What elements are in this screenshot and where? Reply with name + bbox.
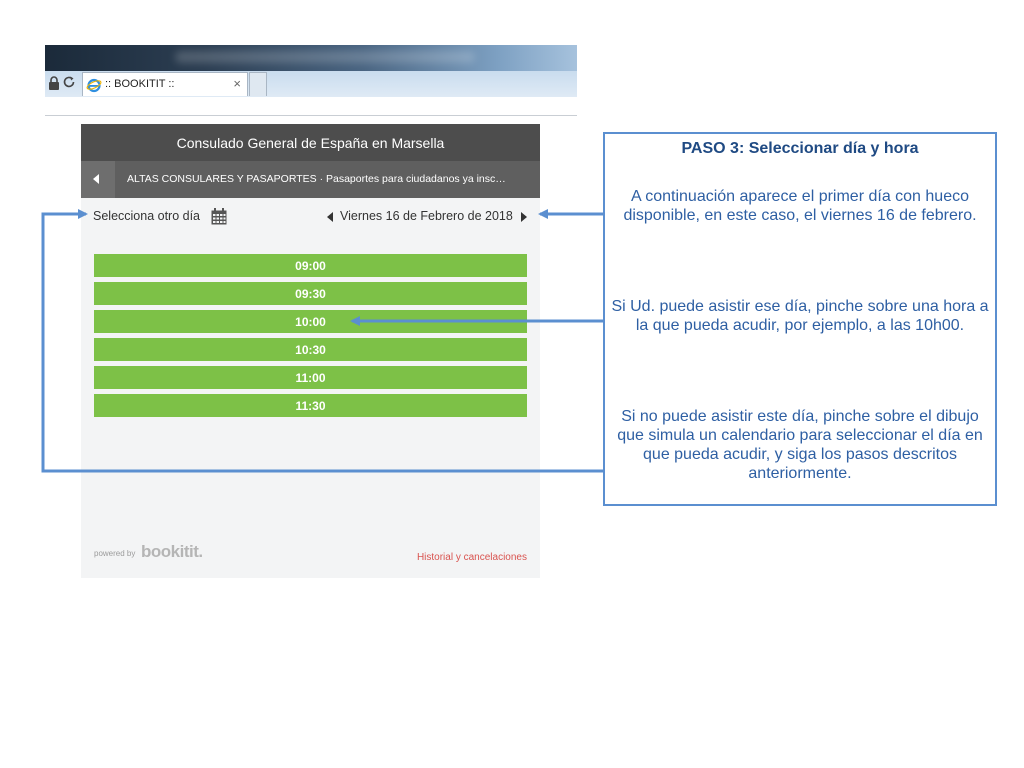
next-day-icon[interactable] — [521, 212, 527, 222]
previous-day-icon[interactable] — [327, 212, 333, 222]
current-date: Viernes 16 de Febrero de 2018 — [340, 209, 513, 223]
select-other-day-label[interactable]: Selecciona otro día — [93, 209, 200, 223]
bookitit-logo: bookitit. — [141, 542, 203, 561]
refresh-icon[interactable] — [62, 75, 76, 89]
browser-tab[interactable]: :: BOOKITIT :: × — [82, 72, 248, 96]
instruction-paragraph-3: Si no puede asistir este día, pinche sob… — [617, 408, 983, 482]
browser-toolbar — [45, 97, 577, 116]
time-slot[interactable]: 09:30 — [94, 282, 527, 305]
time-slot[interactable]: 09:00 — [94, 254, 527, 277]
ie-icon — [86, 78, 102, 93]
date-bar: Selecciona otro día Viernes 16 de Febrer… — [81, 206, 540, 228]
history-cancellations-link[interactable]: Historial y cancelaciones — [417, 552, 527, 563]
powered-by-label: powered by — [94, 549, 136, 558]
instruction-title: PASO 3: Seleccionar día y hora — [681, 140, 919, 157]
browser-title-bar — [45, 45, 577, 71]
lock-icon — [49, 76, 59, 90]
back-button[interactable] — [81, 161, 115, 198]
service-bar: ALTAS CONSULARES Y PASAPORTES · Pasaport… — [81, 161, 540, 198]
new-tab-button[interactable] — [249, 72, 267, 96]
calendar-icon[interactable] — [211, 208, 227, 225]
time-slot[interactable]: 10:30 — [94, 338, 527, 361]
booking-widget: Consulado General de España en Marsella … — [81, 124, 540, 578]
time-slot-list: 09:00 09:30 10:00 10:30 11:00 11:30 — [94, 254, 527, 422]
back-arrow-icon — [93, 174, 99, 184]
service-name: ALTAS CONSULARES Y PASAPORTES · Pasaport… — [127, 173, 506, 185]
tab-title: :: BOOKITIT :: — [105, 78, 175, 90]
instruction-paragraph-1: A continuación aparece el primer día con… — [623, 188, 977, 224]
consulate-title: Consulado General de España en Marsella — [176, 134, 445, 151]
widget-header: Consulado General de España en Marsella — [81, 124, 540, 161]
time-slot[interactable]: 11:30 — [94, 394, 527, 417]
time-slot[interactable]: 11:00 — [94, 366, 527, 389]
instruction-paragraph-2: Si Ud. puede asistir ese día, pinche sob… — [611, 298, 989, 334]
tab-close-icon[interactable]: × — [233, 76, 241, 91]
blurred-address — [175, 51, 475, 63]
instruction-box: PASO 3: Seleccionar día y hora A continu… — [603, 132, 997, 506]
time-slot[interactable]: 10:00 — [94, 310, 527, 333]
